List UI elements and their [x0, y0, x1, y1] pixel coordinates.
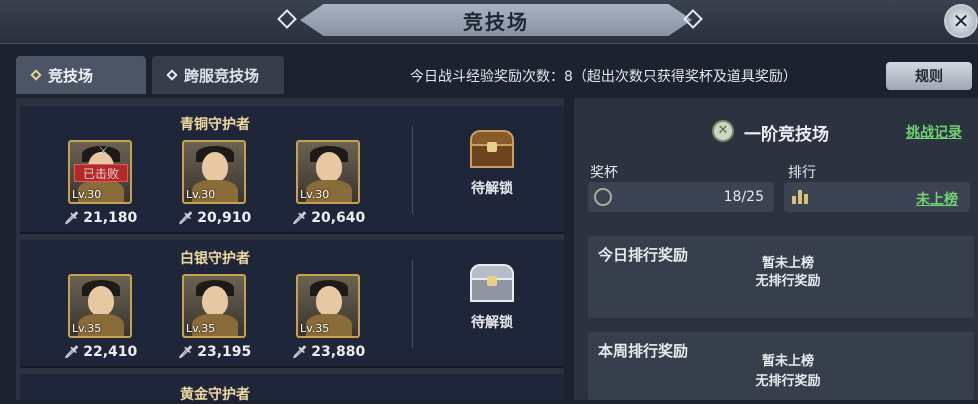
rank-box: 未上榜 — [784, 182, 970, 212]
power-number: 21,180 — [83, 210, 138, 226]
tab-diamond-icon — [166, 69, 178, 81]
tab-label: 竞技场 — [48, 66, 94, 85]
trophy-box: 18/25 — [588, 182, 774, 212]
guardian-portrait[interactable]: Lv.35 — [68, 274, 132, 338]
guardian-portrait[interactable]: Lv.30 — [296, 140, 360, 204]
power-value: 🗡 22,410 — [64, 344, 137, 360]
power-value: 🗡 23,195 — [178, 344, 251, 360]
tab-arena[interactable]: 竞技场 — [16, 56, 146, 94]
tier-silver: 白银守护者 Lv.35 🗡 22,410 Lv.35 🗡 23,195 Lv.3… — [20, 240, 564, 368]
chest-status: 待解锁 — [471, 181, 513, 197]
daily-exp-info: 今日战斗经验奖励次数：8（超出次数只获得奖杯及道具奖励） — [410, 69, 797, 85]
level-label: Lv.30 — [72, 188, 102, 201]
level-label: Lv.30 — [300, 188, 330, 201]
reward-status: 暂未上榜 — [761, 256, 814, 271]
tab-label: 跨服竞技场 — [184, 66, 260, 85]
sword-icon: 🗡 — [292, 211, 308, 225]
title-left-ornament-icon — [277, 9, 297, 29]
reward-detail: 无排行奖励 — [755, 274, 821, 289]
ranking-bars-icon — [792, 190, 808, 204]
tier-name: 白银守护者 — [180, 251, 250, 267]
sword-icon: 🗡 — [178, 211, 194, 225]
tab-diamond-icon — [30, 69, 42, 81]
challenge-record-link[interactable]: 挑战记录 — [906, 122, 962, 142]
rank-header: ✕ 一阶竞技场 挑战记录 — [584, 110, 978, 150]
rule-button[interactable]: 规则 — [886, 62, 972, 90]
sword-icon: 🗡 — [64, 211, 80, 225]
power-number: 22,410 — [83, 344, 138, 360]
guardian-portrait[interactable]: Lv.35 — [182, 274, 246, 338]
power-number: 20,640 — [311, 210, 366, 226]
daily-reward-box: 今日排行奖励 暂未上榜 无排行奖励 — [588, 236, 974, 318]
sword-icon: 🗡 — [178, 345, 194, 359]
level-label: Lv.35 — [300, 322, 330, 335]
guardian-portrait[interactable]: Lv.35 — [296, 274, 360, 338]
power-value: 🗡 20,910 — [178, 210, 251, 226]
power-number: 23,880 — [311, 344, 366, 360]
tier-divider — [412, 126, 413, 214]
title-right-ornament-icon — [683, 9, 703, 29]
close-icon: ✕ — [952, 9, 970, 33]
level-label: Lv.35 — [186, 322, 216, 335]
trophy-value: 18/25 — [723, 189, 764, 205]
power-number: 20,910 — [197, 210, 252, 226]
rank-label: 排行 — [788, 165, 816, 181]
rank-value-link[interactable]: 未上榜 — [916, 189, 958, 209]
reward-title: 本周排行奖励 — [598, 342, 689, 360]
weekly-reward-box: 本周排行奖励 暂未上榜 无排行奖励 — [588, 332, 974, 400]
power-value: 🗡 21,180 — [64, 210, 137, 226]
sword-icon: 🗡 — [292, 345, 308, 359]
reward-status: 暂未上榜 — [761, 354, 814, 369]
power-value: 🗡 20,640 — [292, 210, 365, 226]
tier-name: 黄金守护者 — [180, 387, 250, 403]
reward-title: 今日排行奖励 — [598, 246, 689, 264]
tier-name: 青铜守护者 — [180, 117, 250, 133]
title-plate: 竞技场 — [300, 4, 692, 36]
top-bar: 竞技场 ✕ — [0, 0, 978, 44]
treasure-chest-icon[interactable] — [470, 130, 514, 168]
arena-tier-title: 一阶竞技场 — [744, 125, 829, 145]
tier-divider — [412, 260, 413, 348]
close-button[interactable]: ✕ — [944, 4, 978, 38]
page-title: 竞技场 — [463, 9, 529, 34]
defeated-badge: 已击败 — [74, 164, 128, 182]
power-number: 23,195 — [197, 344, 252, 360]
trophy-icon — [594, 188, 612, 206]
tier-bronze: 青铜守护者 ⚔ 已击败 Lv.30 🗡 21,180 Lv.30 🗡 20,91… — [20, 106, 564, 234]
level-label: Lv.35 — [72, 322, 102, 335]
arena-emblem-icon: ✕ — [712, 120, 734, 142]
guardian-portrait[interactable]: ⚔ 已击败 Lv.30 — [68, 140, 132, 204]
tier-gold: 黄金守护者 — [20, 374, 564, 403]
treasure-chest-icon[interactable] — [470, 264, 514, 302]
trophy-label: 奖杯 — [590, 165, 618, 181]
tab-cross-server-arena[interactable]: 跨服竞技场 — [152, 56, 284, 94]
reward-detail: 无排行奖励 — [755, 374, 821, 389]
chest-status: 待解锁 — [471, 315, 513, 331]
guardian-portrait[interactable]: Lv.30 — [182, 140, 246, 204]
power-value: 🗡 23,880 — [292, 344, 365, 360]
level-label: Lv.30 — [186, 188, 216, 201]
sword-icon: 🗡 — [64, 345, 80, 359]
crossed-swords-icon: ⚔ — [98, 144, 109, 158]
